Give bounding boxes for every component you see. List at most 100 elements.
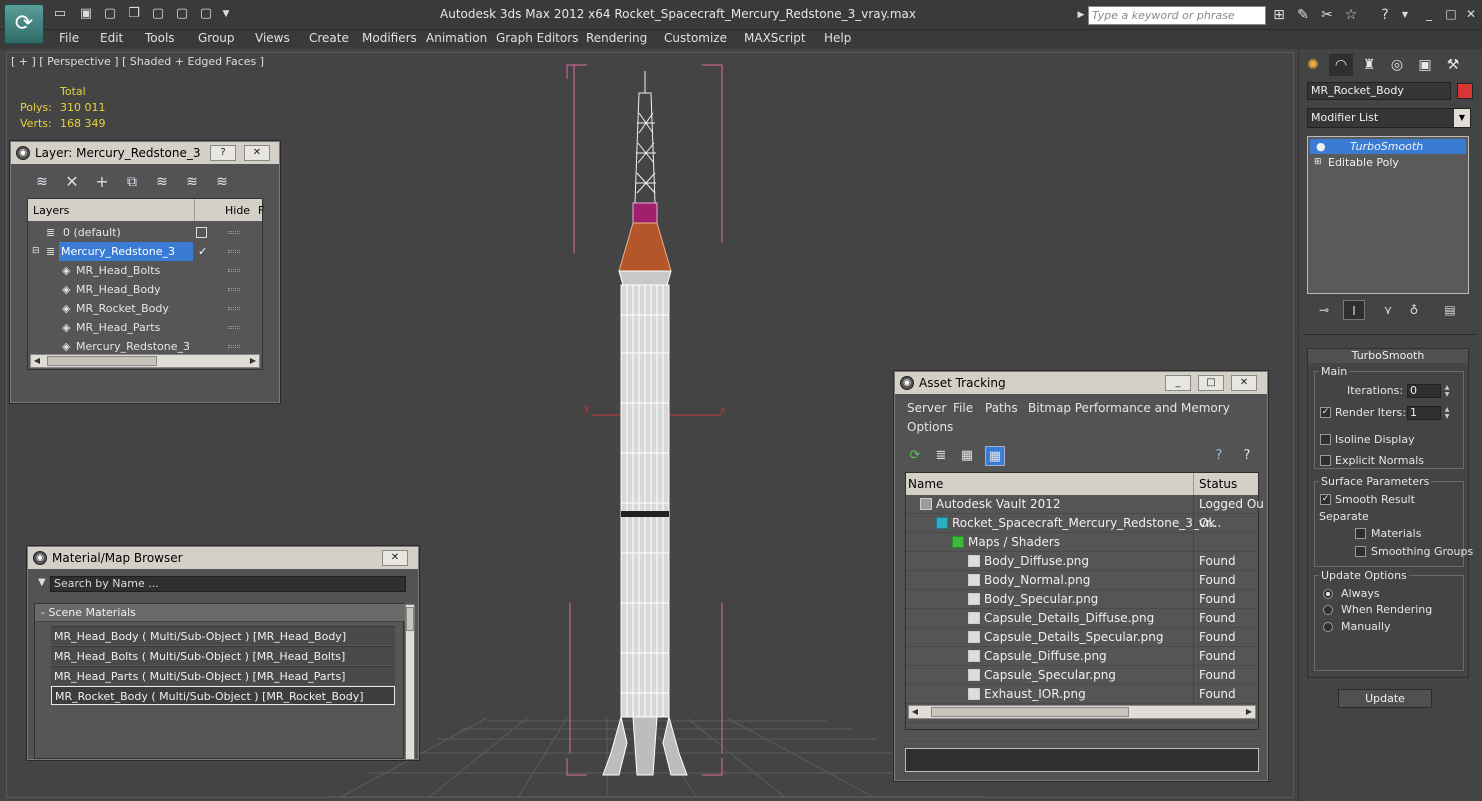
material-item[interactable]: MR_Head_Parts ( Multi/Sub-Object ) [MR_H… — [51, 666, 395, 685]
iterations-spinner[interactable]: 0 — [1407, 384, 1441, 398]
menu-tools[interactable]: Tools — [145, 31, 175, 45]
col-layers[interactable]: Layers — [33, 204, 69, 217]
material-item[interactable]: MR_Rocket_Body ( Multi/Sub-Object ) [MR_… — [51, 686, 395, 705]
menu-create[interactable]: Create — [309, 31, 349, 45]
stack-item-turbosmooth[interactable]: ● TurboSmooth — [1310, 139, 1466, 154]
scroll-thumb[interactable] — [47, 356, 157, 366]
scroll-thumb[interactable] — [406, 607, 414, 631]
context-help-icon[interactable]: ? — [1237, 446, 1257, 466]
menu-modifiers[interactable]: Modifiers — [362, 31, 417, 45]
layer-row[interactable]: ≣ 0 (default) — [28, 223, 262, 242]
scene-materials-group[interactable]: - Scene Materials — [35, 604, 405, 622]
project-folder-icon[interactable]: ❐ — [126, 6, 142, 22]
refresh-icon[interactable]: ⟳ — [905, 446, 925, 466]
col-hide[interactable]: Hide — [225, 204, 250, 217]
scroll-right-icon[interactable]: ▶ — [1243, 706, 1255, 718]
material-browser-title[interactable]: ◉ Material/Map Browser — [28, 547, 418, 569]
isoline-display-checkbox[interactable] — [1320, 434, 1331, 445]
update-manually-radio[interactable] — [1323, 622, 1333, 632]
asset-row[interactable]: Body_Specular.png Found — [906, 590, 1258, 609]
material-vscrollbar[interactable] — [405, 604, 415, 760]
scroll-left-icon[interactable]: ◀ — [909, 706, 921, 718]
motion-tab-icon[interactable]: ◎ — [1385, 54, 1409, 76]
viewport-label[interactable]: [ + ] [ Perspective ] [ Shaded + Edged F… — [11, 55, 264, 68]
asset-menu-bitmap-performance[interactable]: Bitmap Performance and Memory — [1028, 401, 1230, 415]
col-name[interactable]: Name — [908, 473, 943, 495]
material-item[interactable]: MR_Head_Bolts ( Multi/Sub-Object ) [MR_H… — [51, 646, 395, 665]
hide-toggle[interactable] — [228, 288, 240, 291]
subscription-icon[interactable]: ✎ — [1294, 6, 1312, 24]
update-when-rendering-radio[interactable] — [1323, 605, 1333, 615]
col-status[interactable]: Status — [1199, 473, 1237, 495]
favorites-star-icon[interactable]: ☆ — [1342, 6, 1360, 24]
asset-row[interactable]: Capsule_Details_Specular.png Found — [906, 628, 1258, 647]
layer-row[interactable]: ◈ MR_Head_Bolts — [28, 261, 262, 280]
hold-icon[interactable]: ▢ — [198, 6, 214, 22]
freeze-all-layers-icon[interactable]: ≋ — [211, 172, 233, 192]
asset-menu-file[interactable]: File — [953, 401, 973, 415]
display-tab-icon[interactable]: ▣ — [1413, 54, 1437, 76]
hide-toggle[interactable] — [228, 250, 240, 253]
scroll-left-icon[interactable]: ◀ — [31, 355, 43, 367]
expand-icon[interactable]: ⊞ — [1314, 155, 1322, 170]
asset-row[interactable]: Exhaust_IOR.png Found — [906, 685, 1258, 704]
browser-options-icon[interactable]: ▼ — [38, 577, 46, 588]
hide-toggle[interactable] — [228, 326, 240, 329]
help-icon[interactable]: ? — [1376, 6, 1394, 24]
table-view-icon[interactable]: ▦ — [985, 446, 1005, 466]
binoculars-icon[interactable]: ⊞ — [1270, 6, 1288, 24]
make-unique-icon[interactable]: ⋎ — [1377, 300, 1399, 320]
layer-hscrollbar[interactable]: ◀ ▶ — [30, 354, 260, 368]
lightbulb-icon[interactable]: ● — [1316, 139, 1326, 154]
list-view-icon[interactable]: ≣ — [931, 446, 951, 466]
communication-center-icon[interactable]: ✂ — [1318, 6, 1336, 24]
asset-minimize-button[interactable]: _ — [1165, 375, 1191, 391]
add-to-layer-icon[interactable]: + — [91, 172, 113, 192]
delete-layer-icon[interactable]: ✕ — [61, 172, 83, 192]
asset-row[interactable]: Capsule_Details_Diffuse.png Found — [906, 609, 1258, 628]
layer-row[interactable]: ⊟ ≣ Mercury_Redstone_3 ✓ — [28, 242, 262, 261]
hide-toggle[interactable] — [228, 231, 240, 234]
menu-graph-editors[interactable]: Graph Editors — [496, 31, 578, 45]
material-browser-close-button[interactable]: ✕ — [382, 550, 408, 566]
layer-window-title[interactable]: ◉ Layer: Mercury_Redstone_3 — [11, 142, 279, 164]
scroll-right-icon[interactable]: ▶ — [247, 355, 259, 367]
asset-menu-options[interactable]: Options — [907, 420, 953, 434]
quick-access-dropdown-icon[interactable]: ▼ — [218, 6, 234, 22]
render-iters-spinner[interactable]: 1 — [1407, 406, 1441, 420]
search-input[interactable]: Type a keyword or phrase — [1088, 6, 1266, 25]
menu-group[interactable]: Group — [198, 31, 235, 45]
utilities-tab-icon[interactable]: ⚒ — [1441, 54, 1465, 76]
material-item[interactable]: MR_Head_Body ( Multi/Sub-Object ) [MR_He… — [51, 626, 395, 645]
menu-maxscript[interactable]: MAXScript — [744, 31, 806, 45]
menu-views[interactable]: Views — [255, 31, 290, 45]
layer-help-button[interactable]: ? — [210, 145, 236, 161]
current-layer-icon[interactable] — [196, 227, 207, 238]
menu-rendering[interactable]: Rendering — [586, 31, 647, 45]
col-freeze[interactable]: F — [258, 204, 264, 217]
hide-toggle[interactable] — [228, 269, 240, 272]
menu-help[interactable]: Help — [824, 31, 851, 45]
chevron-down-icon[interactable]: ▼ — [1454, 109, 1470, 127]
asset-menu-server[interactable]: Server — [907, 401, 946, 415]
configure-modifier-sets-icon[interactable]: ▤ — [1439, 300, 1461, 320]
separate-materials-checkbox[interactable] — [1355, 528, 1366, 539]
asset-menu-paths[interactable]: Paths — [985, 401, 1018, 415]
highlight-selected-icon[interactable]: ≋ — [151, 172, 173, 192]
separate-smoothing-groups-checkbox[interactable] — [1355, 546, 1366, 557]
create-tab-icon[interactable]: ✺ — [1301, 54, 1325, 76]
create-layer-icon[interactable]: ≋ — [31, 172, 53, 192]
modify-tab-icon[interactable]: ◠ — [1329, 54, 1353, 76]
asset-row[interactable]: Maps / Shaders — [906, 533, 1258, 552]
hierarchy-tab-icon[interactable]: ♜ — [1357, 54, 1381, 76]
redo-icon[interactable]: ▢ — [174, 6, 190, 22]
menu-file[interactable]: File — [59, 31, 79, 45]
new-scene-icon[interactable]: ▢ — [102, 6, 118, 22]
asset-row[interactable]: Body_Diffuse.png Found — [906, 552, 1258, 571]
open-file-icon[interactable]: ▭ — [52, 6, 68, 22]
menu-animation[interactable]: Animation — [426, 31, 487, 45]
asset-row[interactable]: Capsule_Diffuse.png Found — [906, 647, 1258, 666]
layer-row[interactable]: ◈ MR_Head_Parts — [28, 318, 262, 337]
update-always-radio[interactable] — [1323, 589, 1333, 599]
hide-toggle[interactable] — [228, 345, 240, 348]
